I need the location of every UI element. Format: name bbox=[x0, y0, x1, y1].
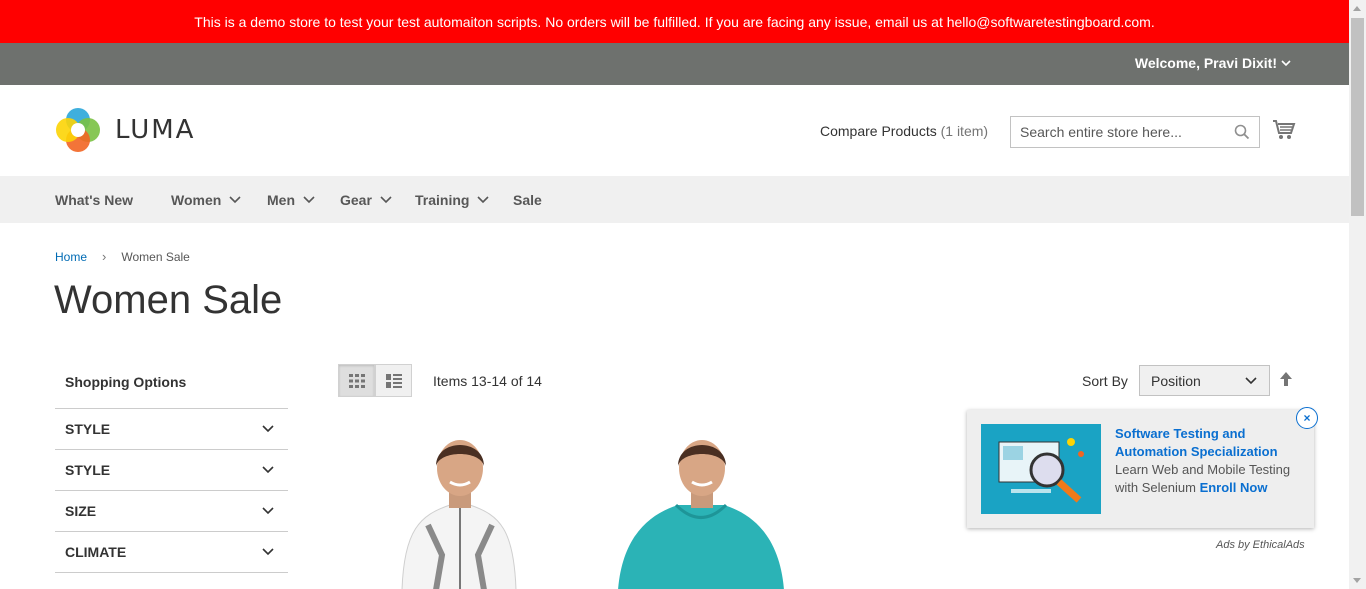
nav-item-women[interactable]: Women bbox=[171, 192, 241, 208]
shopping-options-title: Shopping Options bbox=[55, 365, 288, 409]
scroll-down-arrow-icon[interactable] bbox=[1353, 578, 1361, 583]
ethical-ad[interactable]: Software Testing and Automation Speciali… bbox=[967, 410, 1314, 528]
product-image-1[interactable] bbox=[380, 430, 540, 589]
filter-climate[interactable]: CLIMATE bbox=[55, 532, 288, 573]
search-icon[interactable] bbox=[1234, 124, 1250, 140]
ad-close-button[interactable]: × bbox=[1296, 407, 1318, 429]
cart-icon[interactable] bbox=[1272, 119, 1296, 141]
nav-label: Gear bbox=[340, 192, 372, 208]
product-photo-white-jacket bbox=[401, 440, 517, 589]
panel-header: Welcome, Pravi Dixit! bbox=[0, 43, 1349, 85]
chevron-down-icon bbox=[380, 196, 392, 204]
chevron-down-icon bbox=[262, 548, 274, 556]
nav-item-training[interactable]: Training bbox=[415, 192, 490, 208]
breadcrumb-separator: › bbox=[102, 249, 107, 264]
close-icon: × bbox=[1303, 411, 1311, 425]
scroll-up-arrow-icon[interactable] bbox=[1353, 6, 1361, 11]
chevron-down-icon bbox=[1281, 60, 1291, 67]
chevron-down-icon bbox=[262, 466, 274, 474]
logo-text: LUMA bbox=[115, 115, 196, 145]
products-toolbar: Items 13-14 of 14 Sort By Position bbox=[338, 364, 1298, 398]
demo-notice-bar: This is a demo store to test your test a… bbox=[0, 0, 1349, 43]
nav-item-sale[interactable]: Sale bbox=[513, 192, 542, 208]
nav-item-men[interactable]: Men bbox=[267, 192, 315, 208]
ad-cta: Enroll Now bbox=[1199, 480, 1268, 495]
luma-logo-icon bbox=[56, 108, 100, 152]
scroll-thumb[interactable] bbox=[1351, 18, 1364, 216]
nav-item-whats-new[interactable]: What's New bbox=[55, 192, 133, 208]
welcome-menu[interactable]: Welcome, Pravi Dixit! bbox=[1135, 55, 1291, 71]
filter-label: STYLE bbox=[65, 421, 111, 437]
sort-by-label: Sort By bbox=[1082, 373, 1128, 389]
product-image-2[interactable] bbox=[616, 430, 786, 589]
site-header: LUMA Compare Products (1 item) bbox=[0, 85, 1349, 176]
filter-label: CLIMATE bbox=[65, 544, 127, 560]
nav-label: Women bbox=[171, 192, 222, 208]
list-icon bbox=[385, 373, 402, 388]
ad-attribution[interactable]: Ads by EthicalAds bbox=[1216, 539, 1305, 551]
nav-label: What's New bbox=[55, 192, 134, 208]
filter-style[interactable]: STYLE bbox=[55, 409, 288, 450]
list-view-button[interactable] bbox=[375, 364, 412, 397]
grid-view-button[interactable] bbox=[338, 364, 375, 397]
demo-notice-text: This is a demo store to test your test a… bbox=[194, 13, 1155, 30]
logo-link[interactable]: LUMA bbox=[55, 107, 195, 153]
welcome-text: Welcome, Pravi Dixit! bbox=[1134, 55, 1277, 71]
main-nav: What's New Women Men Gear Training Sale bbox=[0, 176, 1349, 223]
chevron-down-icon bbox=[1245, 376, 1257, 384]
page-title: Women Sale bbox=[54, 278, 283, 322]
breadcrumb-home-link[interactable]: Home bbox=[55, 250, 87, 264]
nav-label: Men bbox=[267, 192, 295, 208]
items-count: Items 13-14 of 14 bbox=[433, 373, 542, 389]
grid-icon bbox=[348, 373, 365, 388]
chevron-down-icon bbox=[262, 425, 274, 433]
search-box bbox=[1010, 116, 1260, 148]
page-scrollbar[interactable] bbox=[1349, 0, 1366, 589]
filter-label: SIZE bbox=[65, 503, 97, 519]
breadcrumb: Home › Women Sale bbox=[55, 249, 190, 264]
nav-item-gear[interactable]: Gear bbox=[340, 192, 392, 208]
sort-by-select[interactable]: Position bbox=[1139, 365, 1270, 396]
sidebar-filters: Shopping Options STYLE STYLE SIZE CLIMAT… bbox=[55, 365, 288, 573]
ad-title: Software Testing and Automation Speciali… bbox=[1115, 426, 1278, 459]
breadcrumb-current: Women Sale bbox=[121, 249, 190, 264]
filter-size[interactable]: SIZE bbox=[55, 491, 288, 532]
sort-value: Position bbox=[1151, 372, 1201, 389]
compare-products-link[interactable]: Compare Products (1 item) bbox=[820, 123, 988, 139]
filter-style[interactable]: STYLE bbox=[55, 450, 288, 491]
chevron-down-icon bbox=[477, 196, 490, 204]
compare-count: (1 item) bbox=[940, 123, 989, 139]
search-input[interactable] bbox=[1011, 117, 1221, 147]
sort-direction-arrow-icon[interactable] bbox=[1279, 371, 1293, 387]
nav-label: Sale bbox=[513, 192, 542, 208]
filter-label: STYLE bbox=[65, 462, 111, 478]
ad-text: Software Testing and Automation Speciali… bbox=[1115, 425, 1305, 497]
compare-label: Compare Products bbox=[820, 123, 937, 139]
product-photo-teal-hoodie bbox=[618, 440, 784, 589]
nav-label: Training bbox=[415, 192, 470, 208]
chevron-down-icon bbox=[229, 196, 241, 204]
ad-image bbox=[981, 424, 1101, 514]
chevron-down-icon bbox=[262, 507, 274, 515]
chevron-down-icon bbox=[303, 196, 315, 204]
view-mode-switcher bbox=[338, 364, 412, 397]
